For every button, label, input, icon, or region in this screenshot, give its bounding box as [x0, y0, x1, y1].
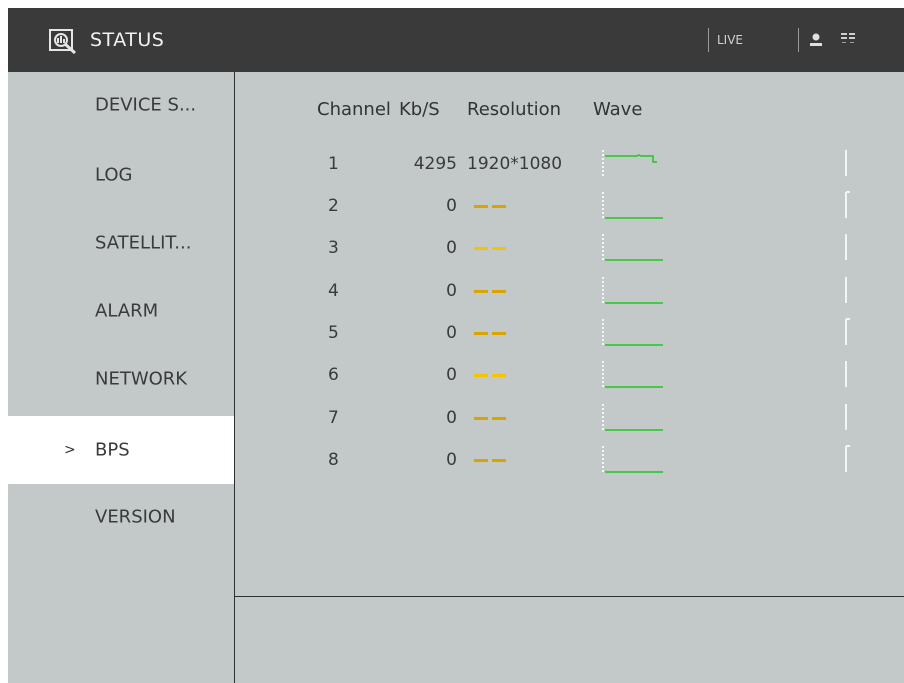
sidebar-item-version[interactable]: VERSION: [8, 484, 234, 550]
kbs-cell: 0: [446, 408, 457, 428]
app-window: STATUS LIVE DEVICE S... LOG SATELLIT... …: [8, 8, 904, 683]
channel-cell: 3: [328, 238, 339, 258]
sidebar-item-bps[interactable]: > BPS: [8, 416, 234, 484]
channel-cell: 7: [328, 408, 339, 428]
kbs-cell: 0: [446, 238, 457, 258]
resolution-cell: [474, 205, 506, 208]
sidebar-item-network[interactable]: NETWORK: [8, 346, 234, 412]
wave-scale-marker: [845, 234, 847, 260]
status-magnifier-icon: [49, 29, 77, 55]
wave-scale-marker: [845, 191, 850, 218]
wave-graph: [602, 277, 663, 304]
wave-scale-marker: [845, 277, 847, 303]
sidebar: DEVICE S... LOG SATELLIT... ALARM NETWOR…: [8, 72, 235, 683]
wave-graph: [602, 150, 657, 176]
chevron-right-icon: >: [64, 442, 76, 458]
kbs-cell: 0: [446, 281, 457, 301]
wave-graph: [602, 234, 663, 261]
sidebar-item-label: BPS: [95, 439, 130, 461]
channel-cell: 5: [328, 323, 339, 343]
kbs-cell: 0: [446, 323, 457, 343]
wave-scale-marker: [845, 318, 850, 345]
wave-graph: [602, 192, 663, 219]
sidebar-item-label: DEVICE S...: [95, 94, 197, 116]
resolution-cell: [474, 290, 506, 293]
channel-cell: 6: [328, 365, 339, 385]
kbs-cell: 0: [446, 450, 457, 470]
sidebar-item-alarm[interactable]: ALARM: [8, 278, 234, 344]
bps-panel: Channel Kb/S Resolution Wave 1 4295 1920*1…: [235, 72, 904, 683]
language-icon[interactable]: [838, 30, 858, 50]
resolution-cell: 1920*1080: [467, 154, 563, 174]
sidebar-item-log[interactable]: LOG: [8, 142, 234, 208]
live-button[interactable]: LIVE: [708, 28, 751, 52]
wave-scale-marker: [845, 150, 847, 176]
sidebar-item-label: LOG: [95, 164, 133, 186]
resolution-cell: [474, 374, 506, 377]
resolution-cell: [474, 247, 506, 250]
kbs-cell: 0: [446, 365, 457, 385]
channel-cell: 4: [328, 281, 339, 301]
channel-cell: 1: [328, 154, 339, 174]
sidebar-item-label: ALARM: [95, 300, 159, 322]
wave-graph: [602, 361, 663, 388]
wave-scale-marker: [845, 404, 847, 430]
wave-graph: [602, 404, 663, 431]
resolution-cell: [474, 417, 506, 420]
sidebar-item-label: SATELLIT...: [95, 232, 192, 254]
wave-scale-marker: [845, 361, 847, 387]
sidebar-item-label: VERSION: [95, 506, 176, 528]
titlebar-divider: [798, 28, 799, 52]
wave-graph: [602, 319, 663, 346]
title-bar: STATUS LIVE: [8, 8, 904, 72]
sidebar-item-satellite[interactable]: SATELLIT...: [8, 210, 234, 276]
sidebar-item-label: NETWORK: [95, 368, 188, 390]
content-divider: [235, 596, 904, 597]
sidebar-item-device-status[interactable]: DEVICE S...: [8, 72, 234, 138]
wave-scale-marker: [845, 445, 850, 472]
resolution-cell: [474, 332, 506, 335]
resolution-cell: [474, 459, 506, 462]
column-header-kbs: Kb/S: [399, 99, 440, 120]
column-header-channel: Channel: [317, 99, 391, 120]
channel-cell: 8: [328, 450, 339, 470]
wave-graph: [602, 446, 663, 473]
kbs-cell: 4295: [413, 154, 457, 174]
kbs-cell: 0: [446, 196, 457, 216]
page-title: STATUS: [90, 29, 165, 51]
column-header-resolution: Resolution: [467, 99, 562, 120]
column-header-wave: Wave: [593, 99, 643, 120]
user-icon[interactable]: [808, 32, 824, 48]
channel-cell: 2: [328, 196, 339, 216]
